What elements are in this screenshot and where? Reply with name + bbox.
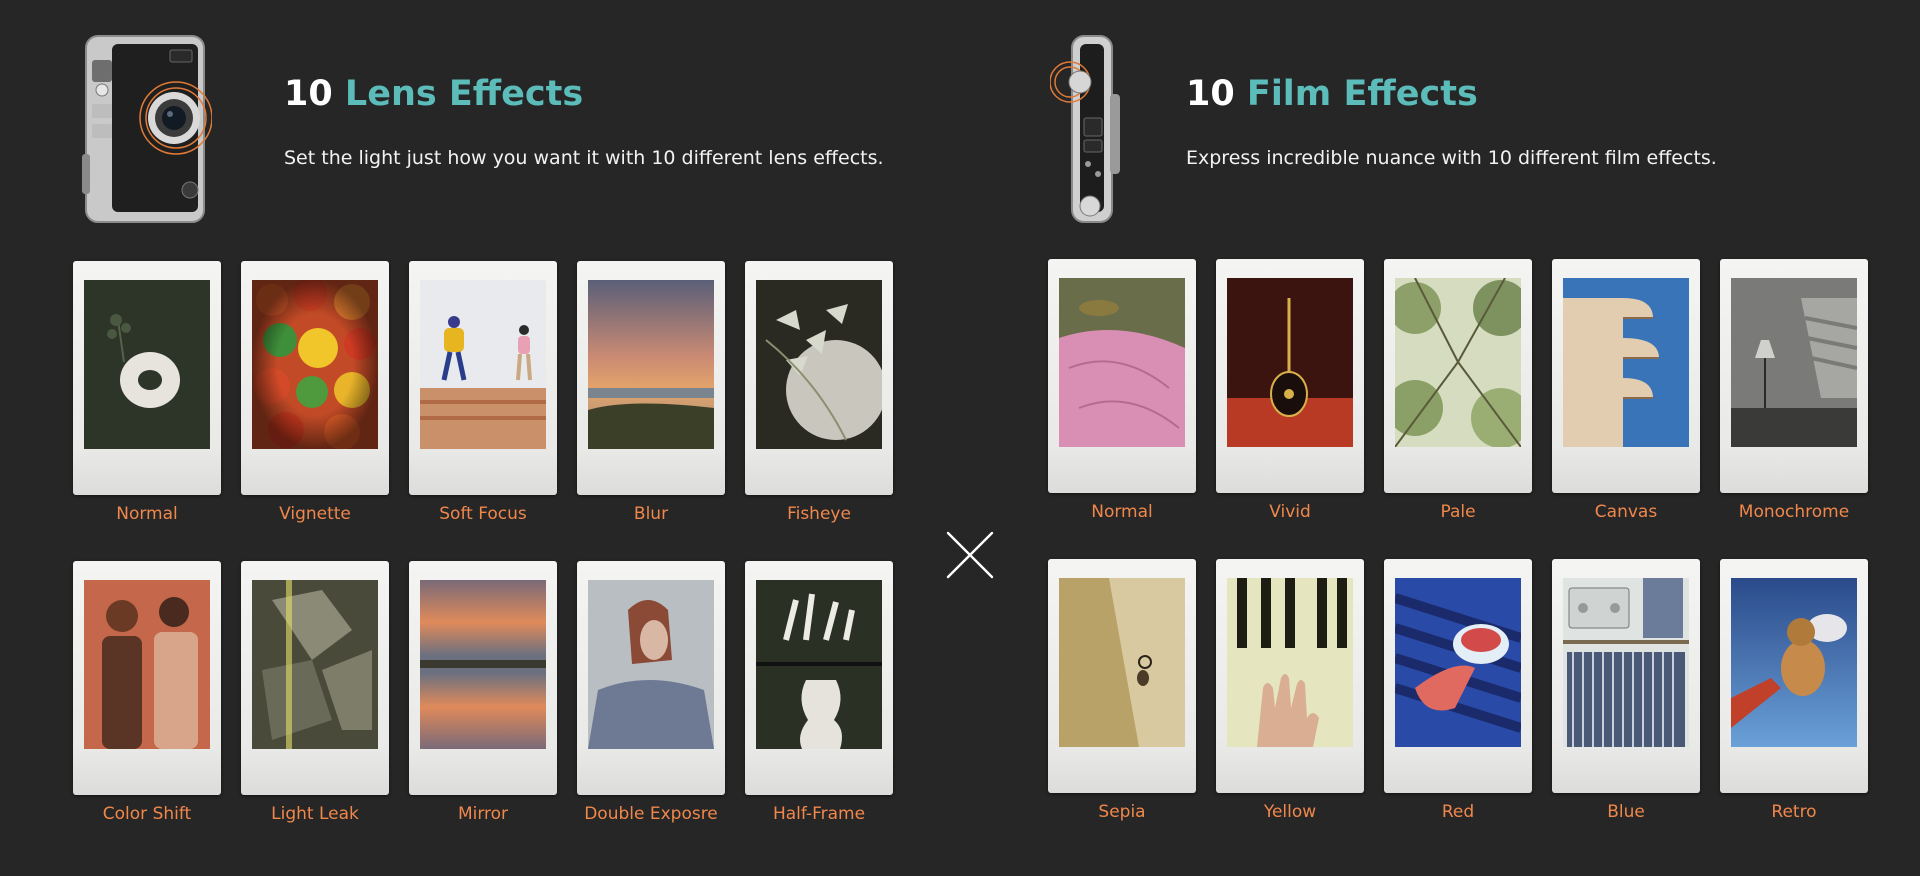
effect-photo xyxy=(84,580,210,749)
effect-label: Sepia xyxy=(1098,802,1146,822)
title-accent: Lens Effects xyxy=(344,74,584,114)
effect-card-vivid xyxy=(1216,259,1364,493)
effect-card-half-frame xyxy=(745,561,893,795)
effect-card-red xyxy=(1384,559,1532,793)
lens-effects-subtitle: Set the light just how you want it with … xyxy=(284,147,884,169)
effect-card-soft-focus xyxy=(409,261,557,495)
effect-label: Mirror xyxy=(457,804,509,824)
effect-label: Half-Frame xyxy=(772,804,866,824)
effect-photo xyxy=(84,280,210,449)
film-effects-title: 10 Film Effects xyxy=(1186,70,1478,118)
title-number: 10 xyxy=(1186,74,1235,114)
effect-card-canvas xyxy=(1552,259,1700,493)
effect-photo xyxy=(1227,278,1353,447)
effect-photo xyxy=(420,580,546,749)
effect-photo xyxy=(1563,278,1689,447)
title-accent: Film Effects xyxy=(1246,74,1478,114)
effect-photo xyxy=(1731,578,1857,747)
effect-label: Pale xyxy=(1440,502,1476,522)
effect-photo xyxy=(1395,578,1521,747)
effect-label: Canvas xyxy=(1594,502,1658,522)
effect-photo xyxy=(1395,278,1521,447)
effect-card-normal xyxy=(1048,259,1196,493)
effect-label: Red xyxy=(1441,802,1475,822)
effect-label: Blue xyxy=(1607,802,1645,822)
effect-card-normal xyxy=(73,261,221,495)
effect-card-blur xyxy=(577,261,725,495)
effect-photo xyxy=(252,580,378,749)
effect-card-retro xyxy=(1720,559,1868,793)
effect-label: Soft Focus xyxy=(439,504,527,524)
effect-card-light-leak xyxy=(241,561,389,795)
effect-card-yellow xyxy=(1216,559,1364,793)
effect-label: Monochrome xyxy=(1738,502,1850,522)
effect-label: Vivid xyxy=(1269,502,1311,522)
film-effects-section: 10 Film Effects Express incredible nuanc… xyxy=(1030,0,1920,876)
effect-photo xyxy=(588,280,714,449)
instax-camera-side-icon xyxy=(1049,34,1130,224)
effect-card-color-shift xyxy=(73,561,221,795)
effect-label: Color Shift xyxy=(102,804,192,824)
lens-effects-title: 10 Lens Effects xyxy=(284,70,583,118)
effect-label: Vignette xyxy=(279,504,351,524)
effect-card-sepia xyxy=(1048,559,1196,793)
effect-card-pale xyxy=(1384,259,1532,493)
effect-card-monochrome xyxy=(1720,259,1868,493)
effect-photo xyxy=(756,280,882,449)
effect-label: Light Leak xyxy=(271,804,359,824)
effect-label: Blur xyxy=(633,504,669,524)
effect-photo xyxy=(1059,278,1185,447)
instax-camera-front-icon xyxy=(78,34,213,224)
effect-label: Yellow xyxy=(1263,802,1317,822)
effect-photo xyxy=(1731,278,1857,447)
effect-card-double-exposure xyxy=(577,561,725,795)
title-number: 10 xyxy=(284,74,333,114)
effect-photo xyxy=(1563,578,1689,747)
effect-photo xyxy=(252,280,378,449)
effect-card-mirror xyxy=(409,561,557,795)
effect-label: Fisheye xyxy=(787,504,851,524)
effect-label: Double Exposre xyxy=(584,804,718,824)
effect-label: Normal xyxy=(116,504,178,524)
effect-photo xyxy=(420,280,546,449)
effect-label: Retro xyxy=(1771,802,1817,822)
effect-card-vignette xyxy=(241,261,389,495)
effect-label: Normal xyxy=(1091,502,1153,522)
effect-photo xyxy=(588,580,714,749)
effect-photo xyxy=(756,580,882,749)
lens-effects-section: 10 Lens Effects Set the light just how y… xyxy=(0,0,930,876)
effect-photo xyxy=(1059,578,1185,747)
film-effects-subtitle: Express incredible nuance with 10 differ… xyxy=(1186,147,1717,169)
close-x-icon xyxy=(944,529,996,581)
effect-card-fisheye xyxy=(745,261,893,495)
effect-card-blue xyxy=(1552,559,1700,793)
effect-photo xyxy=(1227,578,1353,747)
